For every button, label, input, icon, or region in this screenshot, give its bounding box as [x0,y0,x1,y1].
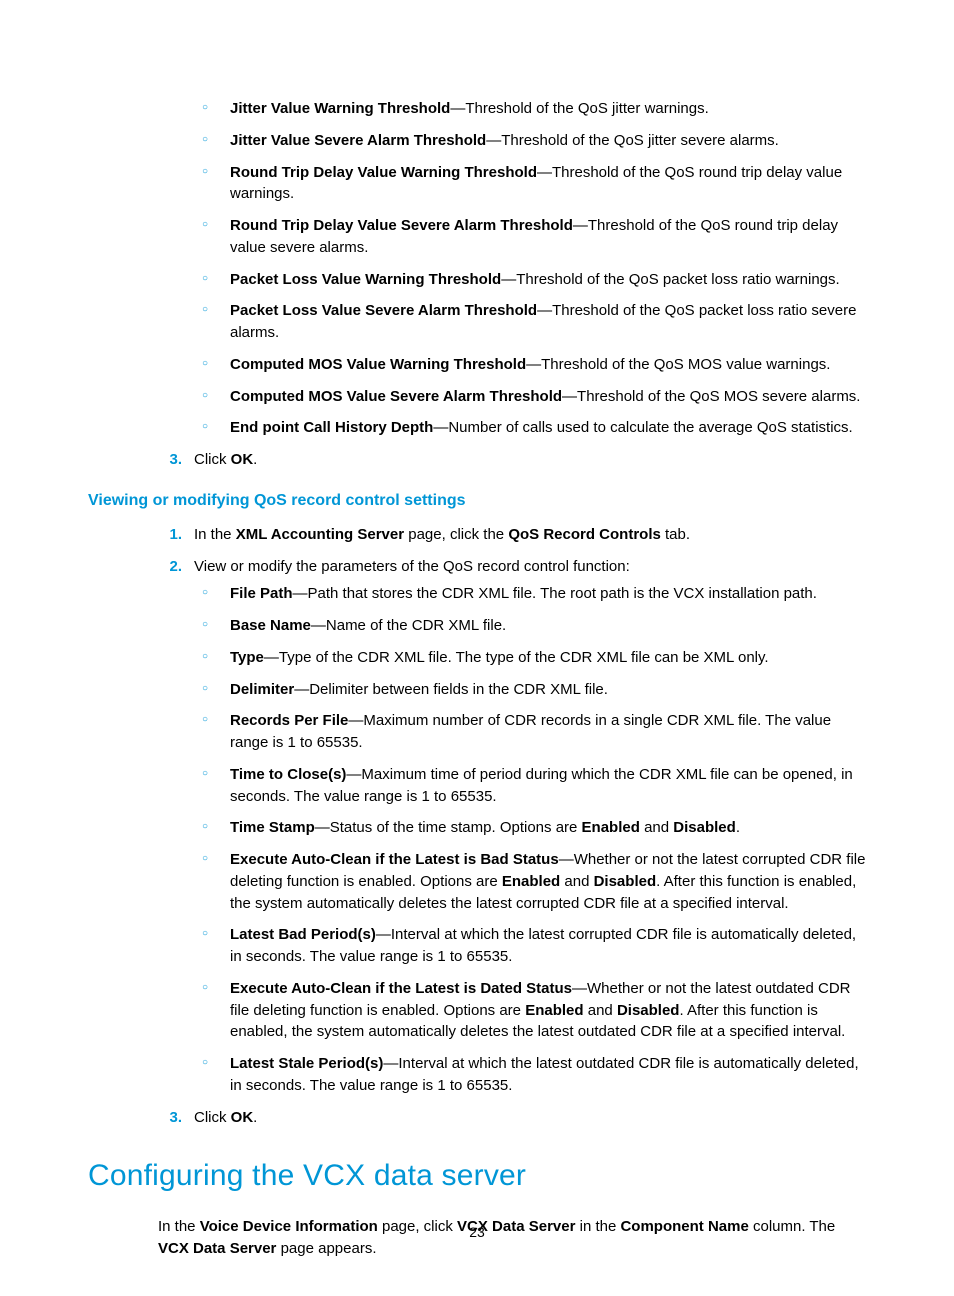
param-term: Round Trip Delay Value Severe Alarm Thre… [230,217,573,234]
step-1: 1. In the XML Accounting Server page, cl… [158,524,866,546]
param-term: Jitter Value Warning Threshold [230,100,450,117]
param-term: File Path [230,585,293,602]
param-term: Packet Loss Value Severe Alarm Threshold [230,302,537,319]
subheading-qos-record: Viewing or modifying QoS record control … [88,489,866,512]
param-term: Time to Close(s) [230,766,346,783]
param-desc: —Type of the CDR XML file. The type of t… [264,649,769,666]
param-autoclean-dated: Execute Auto-Clean if the Latest is Date… [194,978,866,1043]
list-item: Jitter Value Warning Threshold—Threshold… [194,98,866,120]
param-latest-bad-period: Latest Bad Period(s)—Interval at which t… [194,924,866,968]
list-item: Records Per File—Maximum number of CDR r… [194,710,866,754]
step-continued: Jitter Value Warning Threshold—Threshold… [158,98,866,439]
param-desc: —Delimiter between fields in the CDR XML… [294,681,608,698]
param-term: Delimiter [230,681,294,698]
qos-record-params: File Path—Path that stores the CDR XML f… [194,583,866,1096]
param-desc: —Threshold of the QoS jitter warnings. [450,100,708,117]
param-desc: —Threshold of the QoS MOS value warnings… [526,356,830,373]
list-item: Round Trip Delay Value Warning Threshold… [194,162,866,206]
step-text: In the XML Accounting Server page, click… [194,526,690,543]
step-text: Click OK. [194,1109,257,1126]
param-latest-stale-period: Latest Stale Period(s)—Interval at which… [194,1053,866,1097]
param-term: Jitter Value Severe Alarm Threshold [230,132,486,149]
list-item: Base Name—Name of the CDR XML file. [194,615,866,637]
threshold-step-list: Jitter Value Warning Threshold—Threshold… [158,98,866,471]
param-desc: —Threshold of the QoS MOS severe alarms. [562,388,860,405]
list-item: Time to Close(s)—Maximum time of period … [194,764,866,808]
step-number: 1. [158,524,182,546]
list-item: End point Call History Depth—Number of c… [194,417,866,439]
param-desc: —Threshold of the QoS packet loss ratio … [501,271,840,288]
param-term: End point Call History Depth [230,419,433,436]
param-autoclean-bad: Execute Auto-Clean if the Latest is Bad … [194,849,866,914]
step-number: 3. [158,1107,182,1129]
param-term: Computed MOS Value Warning Threshold [230,356,526,373]
threshold-params: Jitter Value Warning Threshold—Threshold… [194,98,866,439]
step-text: View or modify the parameters of the QoS… [194,558,630,575]
param-term: Base Name [230,617,311,634]
heading-vcx-data-server: Configuring the VCX data server [88,1154,866,1198]
param-desc: —Name of the CDR XML file. [311,617,506,634]
param-term: Type [230,649,264,666]
step-3-click-ok: 3. Click OK. [158,449,866,471]
page-content: Jitter Value Warning Threshold—Threshold… [158,98,866,1259]
list-item: Packet Loss Value Warning Threshold—Thre… [194,269,866,291]
param-term: Round Trip Delay Value Warning Threshold [230,164,537,181]
qos-record-step-list: 1. In the XML Accounting Server page, cl… [158,524,866,1129]
param-desc: —Threshold of the QoS jitter severe alar… [486,132,779,149]
list-item: File Path—Path that stores the CDR XML f… [194,583,866,605]
step-text: Click OK. [194,451,257,468]
list-item: Computed MOS Value Severe Alarm Threshol… [194,386,866,408]
step-2: 2. View or modify the parameters of the … [158,556,866,1097]
list-item: Packet Loss Value Severe Alarm Threshold… [194,300,866,344]
list-item: Delimiter—Delimiter between fields in th… [194,679,866,701]
page-number: 23 [0,1222,954,1242]
param-desc: —Path that stores the CDR XML file. The … [293,585,817,602]
list-item: Jitter Value Severe Alarm Threshold—Thre… [194,130,866,152]
param-term: Computed MOS Value Severe Alarm Threshol… [230,388,562,405]
param-desc: —Number of calls used to calculate the a… [433,419,852,436]
param-term: Packet Loss Value Warning Threshold [230,271,501,288]
list-item: Round Trip Delay Value Severe Alarm Thre… [194,215,866,259]
param-time-stamp: Time Stamp—Status of the time stamp. Opt… [194,817,866,839]
param-term: Records Per File [230,712,348,729]
list-item: Computed MOS Value Warning Threshold—Thr… [194,354,866,376]
step-3-click-ok: 3. Click OK. [158,1107,866,1129]
list-item: Type—Type of the CDR XML file. The type … [194,647,866,669]
step-number: 2. [158,556,182,578]
step-number: 3. [158,449,182,471]
